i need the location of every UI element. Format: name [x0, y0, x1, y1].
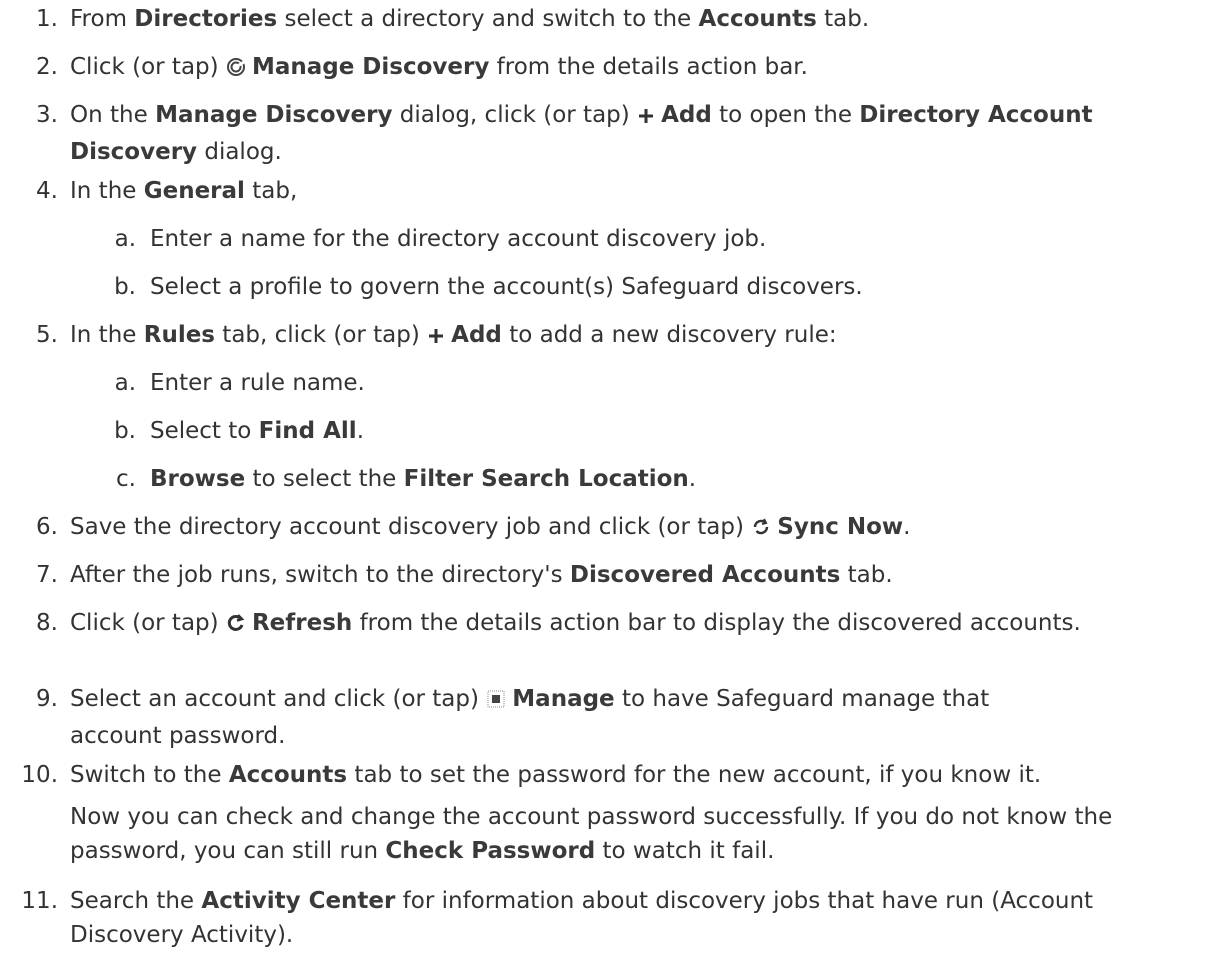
step-text-run: from the details action bar.	[489, 54, 808, 80]
step-text-run: Click (or tap)	[70, 54, 226, 80]
step-text-run: dialog.	[197, 139, 282, 165]
step-text: Click (or tap) Manage Discovery from the…	[70, 50, 1180, 87]
step-text: Select an account and click (or tap) Man…	[70, 682, 1030, 753]
ui-term: Manage	[512, 686, 615, 712]
ui-term: Activity Center	[201, 888, 396, 914]
substep-label: a.	[114, 370, 136, 396]
step-text-run: Click (or tap)	[70, 610, 226, 636]
step-text-run: Select to	[150, 418, 259, 444]
step-number: 5.	[36, 322, 58, 348]
step-text-run: Select an account and click (or tap)	[70, 686, 487, 712]
step-text-run: .	[356, 418, 364, 444]
refresh-icon	[226, 609, 246, 643]
ui-term: Accounts	[228, 762, 348, 788]
step-text-run: From	[70, 6, 135, 32]
step-text-run: tab, click (or tap)	[215, 322, 428, 348]
step-number: 11.	[21, 888, 58, 914]
sync-icon	[751, 513, 771, 547]
step-number: 10.	[21, 762, 58, 788]
step-text-run: dialog, click (or tap)	[392, 102, 638, 128]
ui-term: Manage Discovery	[155, 102, 393, 128]
step-text-run: Switch to the	[70, 762, 229, 788]
step-text-run: Enter a name for the directory account d…	[150, 226, 767, 252]
step-text-run: to select the	[245, 466, 404, 492]
step-text-run: After the job runs, switch to the direct…	[70, 562, 570, 588]
ui-term: Accounts	[698, 6, 817, 32]
ui-term: Find All	[258, 418, 357, 444]
substep-text: Enter a name for the directory account d…	[150, 222, 1180, 256]
step-number: 6.	[36, 514, 58, 540]
substep-label: b.	[114, 274, 136, 300]
step-text: From Directories select a directory and …	[70, 2, 1180, 36]
step-10-note: Now you can check and change the account…	[70, 800, 1180, 868]
manage-discovery-icon	[226, 53, 246, 87]
ui-term: Add	[661, 102, 712, 128]
step-text: After the job runs, switch to the direct…	[70, 558, 1180, 592]
step-text-run: select a directory and switch to the	[277, 6, 699, 32]
step-text-run: Save the directory account discovery job…	[70, 514, 752, 540]
ui-term: Manage Discovery	[251, 54, 490, 80]
step-number: 2.	[36, 54, 58, 80]
step-text-run: On the	[70, 102, 156, 128]
step-text-run: Select a profile to govern the account(s…	[150, 274, 863, 300]
step-text-run: tab to set the password for the new acco…	[347, 762, 1042, 788]
document: 1. From Directories select a directory a…	[0, 0, 1207, 974]
step-number: 1.	[36, 6, 58, 32]
step-text: In the Rules tab, click (or tap) Add to …	[70, 318, 1180, 355]
step-text-run: tab.	[840, 562, 893, 588]
step-text-run: to open the	[711, 102, 860, 128]
substep-text: Select to Find All.	[150, 414, 1180, 448]
substep-text: Browse to select the Filter Search Locat…	[150, 462, 1180, 496]
step-number: 8.	[36, 610, 58, 636]
ui-term: Browse	[150, 466, 246, 492]
step-text-run: In the	[70, 322, 144, 348]
step-text-run: Search the	[70, 888, 202, 914]
step-text: Search the Activity Center for informati…	[70, 884, 1180, 952]
step-number: 3.	[36, 102, 58, 128]
step-text-run: from the details action bar to display t…	[352, 610, 1081, 636]
step-number: 4.	[36, 178, 58, 204]
ui-term: Check Password	[385, 838, 596, 864]
step-text: Switch to the Accounts tab to set the pa…	[70, 758, 1180, 792]
ui-term: Sync Now	[777, 514, 904, 540]
step-text: Save the directory account discovery job…	[70, 510, 1180, 547]
plus-icon	[427, 321, 445, 355]
ui-term: Add	[451, 322, 502, 348]
step-text-run: tab.	[816, 6, 870, 32]
step-text-run: Enter a rule name.	[150, 370, 365, 396]
step-text: On the Manage Discovery dialog, click (o…	[70, 98, 1130, 169]
ui-term: Discovered Accounts	[569, 562, 841, 588]
ui-term: Directories	[134, 6, 278, 32]
ui-term: Filter Search Location	[403, 466, 689, 492]
substep-label: a.	[114, 226, 136, 252]
step-text: Click (or tap) Refresh from the details …	[70, 606, 1190, 643]
substep-text: Enter a rule name.	[150, 366, 1180, 400]
step-text-run: to watch it fail.	[595, 838, 775, 864]
step-text-run: .	[903, 514, 911, 540]
step-text-run: tab,	[244, 178, 298, 204]
ui-term: Rules	[143, 322, 215, 348]
step-text-run: .	[688, 466, 697, 492]
plus-icon	[637, 101, 655, 135]
step-text: In the General tab,	[70, 174, 1180, 208]
ui-term: Refresh	[251, 610, 353, 636]
manage-icon	[486, 685, 506, 719]
substep-text: Select a profile to govern the account(s…	[150, 270, 1180, 304]
substep-label: c.	[116, 466, 136, 492]
step-text-run: to add a new discovery rule:	[501, 322, 837, 348]
step-number: 7.	[36, 562, 58, 588]
ui-term: General	[143, 178, 245, 204]
step-text-run: In the	[70, 178, 144, 204]
substep-label: b.	[114, 418, 136, 444]
step-number: 9.	[36, 686, 58, 712]
